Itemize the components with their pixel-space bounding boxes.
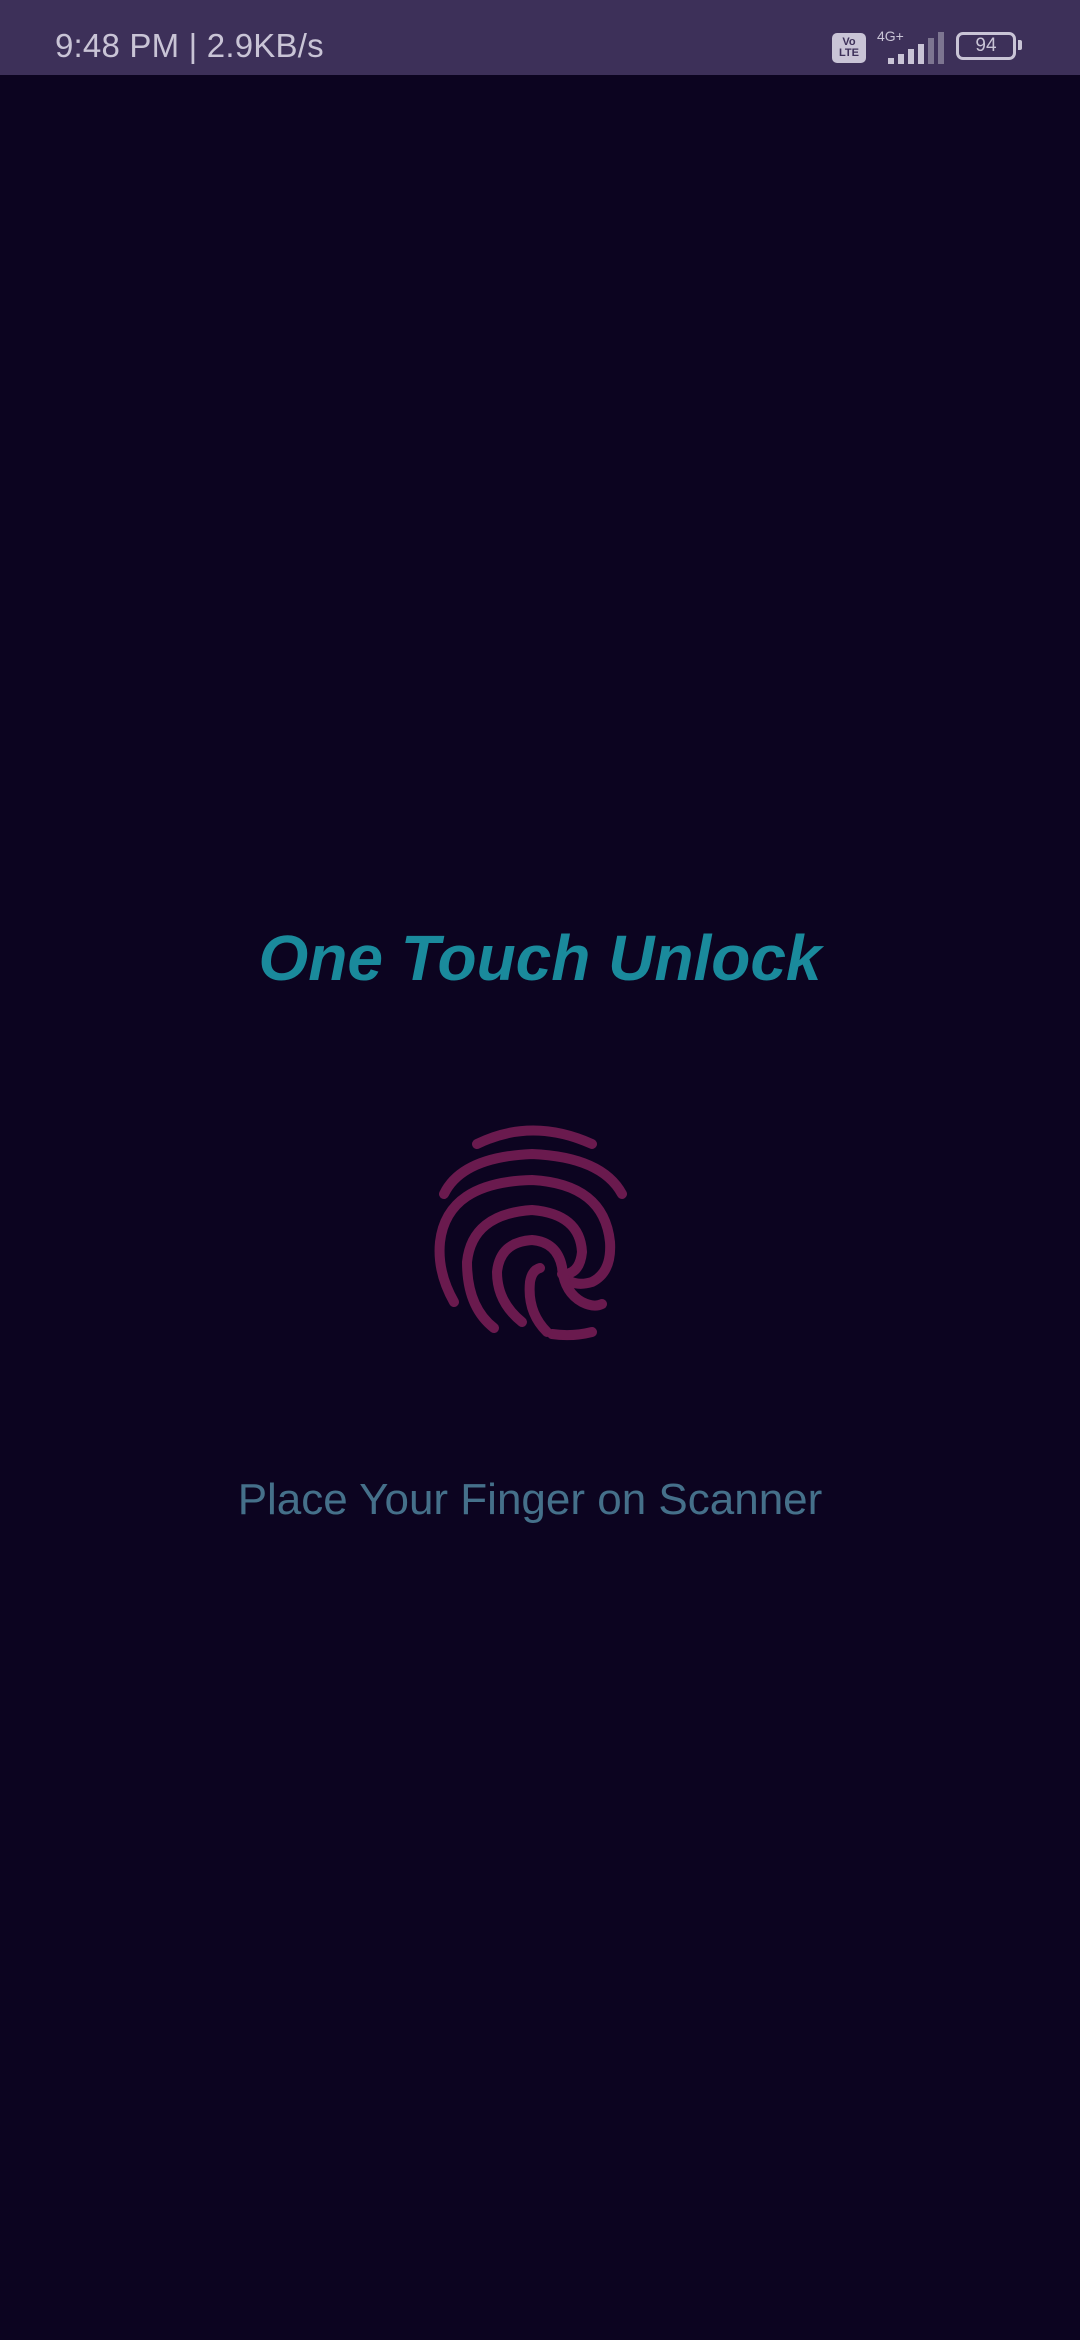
scanner-prompt: Place Your Finger on Scanner <box>237 1475 823 1524</box>
page-title: One Touch Unlock <box>258 922 822 994</box>
volte-label: Vo LTE <box>839 36 859 59</box>
volte-icon: Vo LTE <box>832 33 866 63</box>
status-bar: 9:48 PM | 2.9KB/s Vo LTE 4G+ 94 <box>0 0 1080 75</box>
fingerprint-icon[interactable] <box>432 1122 632 1342</box>
battery-icon: 94 <box>956 32 1016 60</box>
battery-level: 94 <box>975 35 997 56</box>
signal-icon <box>888 32 944 64</box>
battery-tip <box>1018 40 1022 50</box>
status-time-speed: 9:48 PM | 2.9KB/s <box>55 27 324 64</box>
